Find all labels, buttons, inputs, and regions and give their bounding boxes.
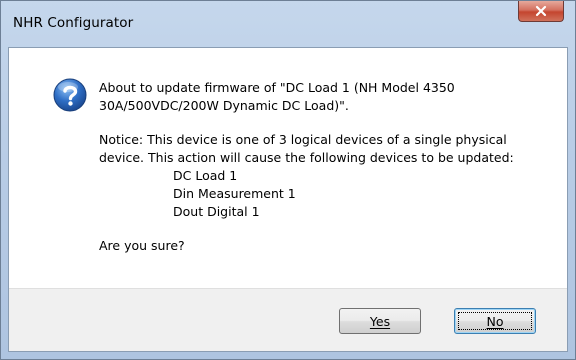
question-mark-icon [53,78,87,112]
device-item: Dout Digital 1 [173,204,260,219]
yes-button[interactable]: Yes [339,308,421,334]
notice-line-1: Notice: This device is one of 3 logical … [99,132,507,147]
dialog-window: NHR Configurator About to update firmwar… [0,0,576,360]
no-button[interactable]: No [454,308,536,334]
device-item: Din Measurement 1 [173,186,296,201]
window-title: NHR Configurator [13,15,134,31]
notice-line-2: device. This action will cause the follo… [99,150,514,165]
message-text: About to update firmware of "DC Load 1 (… [99,79,559,255]
dialog-client-area: About to update firmware of "DC Load 1 (… [8,47,568,352]
firmware-line-1: About to update firmware of "DC Load 1 (… [99,80,455,95]
confirmation-question: Are you sure? [99,238,185,253]
device-item: DC Load 1 [173,168,238,183]
firmware-line-2: 30A/500VDC/200W Dynamic DC Load)". [99,98,349,113]
title-bar[interactable]: NHR Configurator [1,1,575,47]
close-button[interactable] [518,1,564,22]
message-area: About to update firmware of "DC Load 1 (… [9,48,567,288]
button-bar: Yes No [9,288,567,351]
no-button-label: No [486,313,504,329]
close-icon [535,5,547,17]
yes-button-label: Yes [369,313,391,329]
